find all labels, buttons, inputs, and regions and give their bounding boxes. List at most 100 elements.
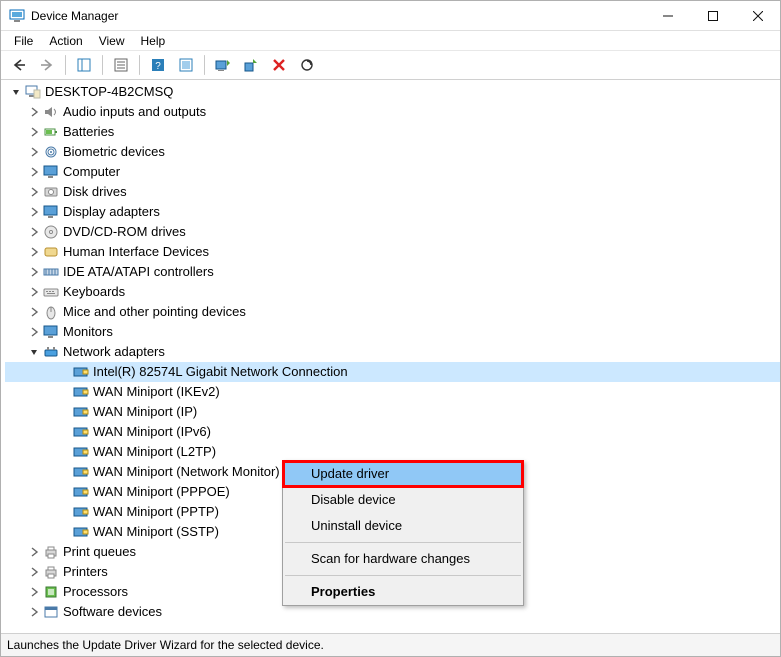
toolbar-forward-button[interactable] — [34, 53, 60, 77]
chevron-right-icon[interactable] — [27, 245, 41, 259]
chevron-right-icon[interactable] — [27, 325, 41, 339]
toolbar-back-button[interactable] — [6, 53, 32, 77]
battery-icon — [43, 124, 59, 140]
device-item[interactable]: WAN Miniport (IKEv2) — [5, 382, 780, 402]
chevron-right-icon[interactable] — [27, 105, 41, 119]
context-menu-separator — [285, 542, 521, 543]
close-button[interactable] — [735, 1, 780, 30]
chevron-down-icon[interactable] — [9, 85, 23, 99]
network-adapter-icon — [73, 524, 89, 540]
tree-item-label: WAN Miniport (SSTP) — [93, 522, 219, 542]
toolbar-showhide-button[interactable] — [71, 53, 97, 77]
tree-item-label: Batteries — [63, 122, 114, 142]
disclosure-placeholder — [57, 405, 71, 419]
cpu-icon — [43, 584, 59, 600]
device-item[interactable]: WAN Miniport (L2TP) — [5, 442, 780, 462]
toolbar-help-button[interactable]: ? — [145, 53, 171, 77]
tree-item-label: Display adapters — [63, 202, 160, 222]
toolbar-enable-button[interactable] — [238, 53, 264, 77]
category-item[interactable]: DVD/CD-ROM drives — [5, 222, 780, 242]
minimize-button[interactable] — [645, 1, 690, 30]
toolbar-separator — [102, 55, 103, 75]
fingerprint-icon — [43, 144, 59, 160]
toolbar-properties-button[interactable] — [108, 53, 134, 77]
monitor-icon — [43, 164, 59, 180]
context-menu-item[interactable]: Disable device — [283, 487, 523, 513]
tree-item-label: Mice and other pointing devices — [63, 302, 246, 322]
chevron-right-icon[interactable] — [27, 305, 41, 319]
keyboard-icon — [43, 284, 59, 300]
menu-view[interactable]: View — [92, 33, 132, 49]
tree-item-label: WAN Miniport (IP) — [93, 402, 197, 422]
category-item[interactable]: Monitors — [5, 322, 780, 342]
disclosure-placeholder — [57, 385, 71, 399]
category-item[interactable]: IDE ATA/ATAPI controllers — [5, 262, 780, 282]
monitor-icon — [43, 324, 59, 340]
category-item[interactable]: Biometric devices — [5, 142, 780, 162]
tree-item-label: DESKTOP-4B2CMSQ — [45, 82, 173, 102]
disclosure-placeholder — [57, 365, 71, 379]
category-item[interactable]: Keyboards — [5, 282, 780, 302]
context-menu-item[interactable]: Properties — [283, 579, 523, 605]
chevron-right-icon[interactable] — [27, 185, 41, 199]
network-adapter-icon — [73, 364, 89, 380]
category-item[interactable]: Disk drives — [5, 182, 780, 202]
titlebar: Device Manager — [1, 1, 780, 31]
disclosure-placeholder — [57, 525, 71, 539]
toolbar-hidden-devices-button[interactable] — [173, 53, 199, 77]
context-menu-item[interactable]: Uninstall device — [283, 513, 523, 539]
network-adapter-icon — [73, 424, 89, 440]
network-icon — [43, 344, 59, 360]
chevron-right-icon[interactable] — [27, 265, 41, 279]
disclosure-placeholder — [57, 485, 71, 499]
tree-item-label: Monitors — [63, 322, 113, 342]
chevron-down-icon[interactable] — [27, 345, 41, 359]
network-adapter-icon — [73, 404, 89, 420]
context-menu-item[interactable]: Update driver — [283, 461, 523, 487]
toolbar-uninstall-button[interactable] — [266, 53, 292, 77]
maximize-button[interactable] — [690, 1, 735, 30]
software-icon — [43, 604, 59, 620]
tree-item-label: Network adapters — [63, 342, 165, 362]
tree-item-label: Computer — [63, 162, 120, 182]
disclosure-placeholder — [57, 425, 71, 439]
speaker-icon — [43, 104, 59, 120]
menu-action[interactable]: Action — [42, 33, 89, 49]
device-item[interactable]: WAN Miniport (IP) — [5, 402, 780, 422]
toolbar-update-driver-button[interactable] — [210, 53, 236, 77]
tree-root[interactable]: DESKTOP-4B2CMSQ — [5, 82, 780, 102]
category-item[interactable]: Display adapters — [5, 202, 780, 222]
context-menu-item[interactable]: Scan for hardware changes — [283, 546, 523, 572]
chevron-right-icon[interactable] — [27, 585, 41, 599]
chevron-right-icon[interactable] — [27, 545, 41, 559]
toolbar-scan-button[interactable] — [294, 53, 320, 77]
statusbar-text: Launches the Update Driver Wizard for th… — [7, 638, 324, 652]
chevron-right-icon[interactable] — [27, 565, 41, 579]
network-adapter-icon — [73, 504, 89, 520]
mouse-icon — [43, 304, 59, 320]
chevron-right-icon[interactable] — [27, 145, 41, 159]
context-menu-separator — [285, 575, 521, 576]
menu-help[interactable]: Help — [134, 33, 173, 49]
device-item[interactable]: WAN Miniport (IPv6) — [5, 422, 780, 442]
category-item[interactable]: Human Interface Devices — [5, 242, 780, 262]
menubar: File Action View Help — [1, 31, 780, 51]
category-item[interactable]: Network adapters — [5, 342, 780, 362]
category-item[interactable]: Computer — [5, 162, 780, 182]
category-item[interactable]: Audio inputs and outputs — [5, 102, 780, 122]
chevron-right-icon[interactable] — [27, 125, 41, 139]
chevron-right-icon[interactable] — [27, 285, 41, 299]
network-adapter-icon — [73, 484, 89, 500]
network-adapter-icon — [73, 444, 89, 460]
chevron-right-icon[interactable] — [27, 205, 41, 219]
chevron-right-icon[interactable] — [27, 605, 41, 619]
chevron-right-icon[interactable] — [27, 225, 41, 239]
category-item[interactable]: Batteries — [5, 122, 780, 142]
category-item[interactable]: Mice and other pointing devices — [5, 302, 780, 322]
statusbar: Launches the Update Driver Wizard for th… — [1, 633, 780, 656]
device-item[interactable]: Intel(R) 82574L Gigabit Network Connecti… — [5, 362, 780, 382]
chevron-right-icon[interactable] — [27, 165, 41, 179]
menu-file[interactable]: File — [7, 33, 40, 49]
printer-icon — [43, 564, 59, 580]
tree-item-label: DVD/CD-ROM drives — [63, 222, 186, 242]
